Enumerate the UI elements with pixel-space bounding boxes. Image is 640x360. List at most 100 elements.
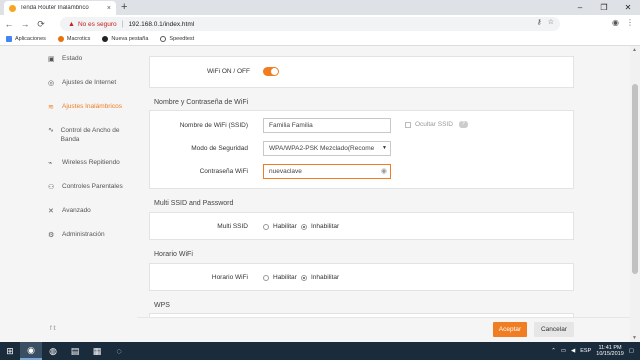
multi-ssid-disable-radio[interactable]: Inhabilitar bbox=[301, 223, 339, 230]
forward-button[interactable]: → bbox=[18, 19, 32, 29]
wifi-icon: ≋ bbox=[48, 104, 54, 111]
edge-taskbar-icon[interactable]: ◍ bbox=[42, 342, 64, 360]
new-tab-icon bbox=[102, 36, 109, 42]
help-icon[interactable]: ? bbox=[458, 121, 468, 128]
security-select[interactable]: WPA/WPA2-PSK Mezclado(Recome ▼ bbox=[263, 141, 391, 156]
ssid-input[interactable]: Familia Familia bbox=[263, 118, 391, 133]
sidebar-item-admin[interactable]: ⚙ Administración bbox=[48, 231, 105, 239]
bookmark-apps[interactable]: Aplicaciones bbox=[6, 36, 46, 42]
address-bar-icons: ⚷ ☆ bbox=[537, 18, 554, 26]
action-footer: Aceptar Cancelar bbox=[137, 317, 630, 342]
wifi-toggle-switch[interactable] bbox=[263, 67, 279, 76]
speedtest-icon bbox=[160, 36, 167, 42]
radio-label: Habilitar bbox=[273, 223, 297, 230]
multi-ssid-label: Multi SSID bbox=[217, 223, 248, 230]
network-icon[interactable]: ▭ bbox=[561, 348, 566, 354]
menu-icon[interactable]: ⋮ bbox=[626, 18, 634, 27]
section-title-ssid: Nombre y Contraseña de WiFi bbox=[154, 99, 249, 106]
chevron-down-icon: ▼ bbox=[382, 145, 387, 151]
parental-icon: ⚇ bbox=[48, 184, 55, 191]
tools-icon: ✕ bbox=[48, 208, 54, 215]
radio-label: Inhabilitar bbox=[311, 223, 340, 230]
maximize-button[interactable]: ❐ bbox=[592, 0, 616, 15]
back-button[interactable]: ← bbox=[2, 19, 16, 29]
sidebar-item-label: Ajustes de Internet bbox=[62, 79, 117, 86]
bookmark-new-tab[interactable]: Nueva pestaña bbox=[102, 36, 148, 42]
scroll-up-icon[interactable]: ▲ bbox=[632, 47, 637, 53]
schedule-enable-radio[interactable]: Habilitar bbox=[263, 274, 297, 281]
eye-icon[interactable]: ◉ bbox=[381, 165, 387, 178]
multi-ssid-panel: Multi SSID Habilitar Inhabilitar bbox=[149, 212, 574, 240]
notification-icon[interactable]: ▢ bbox=[629, 348, 634, 354]
system-tray: ⌃ ▭ ◀ ESP 11:41 PM 10/15/2019 ▢ bbox=[551, 342, 634, 360]
browser-toolbar: ← → ⟳ ▲ No es seguro | 192.168.0.1/index… bbox=[0, 15, 640, 33]
security-value: WPA/WPA2-PSK Mezclado(Recome bbox=[269, 145, 375, 152]
section-title-wps: WPS bbox=[154, 302, 170, 309]
tab-title: Tenda Router Inalámbrico bbox=[20, 5, 89, 11]
router-page: ▣ Estado ◎ Ajustes de Internet ≋ Ajustes… bbox=[0, 46, 640, 342]
globe-icon: ◎ bbox=[48, 80, 55, 87]
sidebar-item-parental[interactable]: ⚇ Controles Parentales bbox=[48, 183, 123, 191]
url-text[interactable]: 192.168.0.1/index.html bbox=[128, 21, 194, 28]
scrollbar-thumb[interactable] bbox=[632, 84, 638, 274]
sidebar-item-advanced[interactable]: ✕ Avanzado bbox=[48, 207, 91, 215]
radio-label: Habilitar bbox=[273, 274, 297, 281]
minimize-button[interactable]: – bbox=[568, 0, 592, 15]
wireless-settings-content: WiFi ON / OFF Nombre y Contraseña de WiF… bbox=[137, 46, 630, 342]
radio-dot-selected bbox=[301, 274, 307, 281]
clock-date: 10/15/2019 bbox=[596, 351, 624, 357]
tenda-favicon-icon bbox=[9, 4, 16, 12]
close-window-button[interactable]: ✕ bbox=[616, 0, 640, 15]
gear-icon: ⚙ bbox=[48, 232, 55, 239]
checkbox-box bbox=[405, 121, 411, 128]
scroll-down-icon[interactable]: ▼ bbox=[632, 335, 637, 341]
new-tab-button[interactable]: + bbox=[121, 1, 127, 14]
sidebar-item-wireless[interactable]: ≋ Ajustes Inalámbricos bbox=[48, 103, 122, 111]
explorer-taskbar-icon[interactable]: ▤ bbox=[64, 342, 86, 360]
windows-start-icon[interactable]: ⊞ bbox=[0, 346, 20, 357]
radio-dot-selected bbox=[301, 223, 307, 230]
bookmark-star-icon[interactable]: ☆ bbox=[548, 18, 554, 26]
password-input[interactable]: nuevaclave ◉ bbox=[263, 164, 391, 179]
sidebar-item-internet[interactable]: ◎ Ajustes de Internet bbox=[48, 79, 116, 87]
clock[interactable]: 11:41 PM 10/15/2019 bbox=[596, 345, 624, 358]
accept-button[interactable]: Aceptar bbox=[493, 322, 527, 337]
sidebar-item-estado[interactable]: ▣ Estado bbox=[48, 55, 82, 63]
password-value: nuevaclave bbox=[269, 168, 302, 175]
bookmark-label: Macrotics bbox=[66, 36, 91, 42]
browser-tab[interactable]: Tenda Router Inalámbrico × bbox=[4, 1, 116, 15]
tab-close-icon[interactable]: × bbox=[107, 5, 111, 12]
sidebar-item-label: Controles Parentales bbox=[62, 183, 123, 190]
hide-ssid-checkbox[interactable]: Ocultar SSID ? bbox=[405, 121, 468, 128]
profile-icon[interactable]: ◉ bbox=[612, 18, 619, 27]
schedule-panel: Horario WiFi Habilitar Inhabilitar bbox=[149, 263, 574, 291]
bookmark-macrotics[interactable]: Macrotics bbox=[57, 36, 91, 42]
language-indicator[interactable]: ESP bbox=[580, 348, 591, 354]
status-icon: ▣ bbox=[48, 56, 55, 63]
tray-expand-icon[interactable]: ⌃ bbox=[551, 348, 556, 354]
sidebar-item-repeater[interactable]: ⌁ Wireless Repitiendo bbox=[48, 159, 120, 167]
warning-icon: ▲ bbox=[68, 20, 75, 28]
reload-button[interactable]: ⟳ bbox=[34, 19, 48, 30]
multi-ssid-enable-radio[interactable]: Habilitar bbox=[263, 223, 297, 230]
bookmark-label: Aplicaciones bbox=[15, 36, 46, 42]
sidebar-item-label: Wireless Repitiendo bbox=[62, 159, 120, 166]
bookmark-speedtest[interactable]: Speedtest bbox=[160, 36, 194, 42]
key-icon[interactable]: ⚷ bbox=[537, 18, 542, 26]
radio-label: Inhabilitar bbox=[311, 274, 340, 281]
chrome-taskbar-icon[interactable]: ◉ bbox=[20, 342, 42, 360]
macrotics-icon bbox=[57, 36, 64, 42]
page-scrollbar[interactable]: ▲ ▼ bbox=[630, 46, 640, 342]
sidebar-item-bandwidth[interactable]: ∿ Control de Ancho de Banda bbox=[48, 126, 128, 144]
schedule-disable-radio[interactable]: Inhabilitar bbox=[301, 274, 339, 281]
toggle-knob bbox=[271, 68, 278, 75]
app-taskbar-icon[interactable]: ◌ bbox=[108, 342, 130, 360]
section-title-multi-ssid: Multi SSID and Password bbox=[154, 200, 234, 207]
address-bar[interactable]: ▲ No es seguro | 192.168.0.1/index.html bbox=[60, 17, 560, 31]
sidebar-item-label: Avanzado bbox=[62, 207, 91, 214]
store-taskbar-icon[interactable]: ▦ bbox=[86, 342, 108, 360]
sidebar-item-label: Ajustes Inalámbricos bbox=[62, 103, 122, 110]
cancel-button[interactable]: Cancelar bbox=[534, 322, 574, 337]
social-links[interactable]: f 𝕥 bbox=[50, 325, 56, 332]
volume-icon[interactable]: ◀ bbox=[571, 348, 575, 354]
